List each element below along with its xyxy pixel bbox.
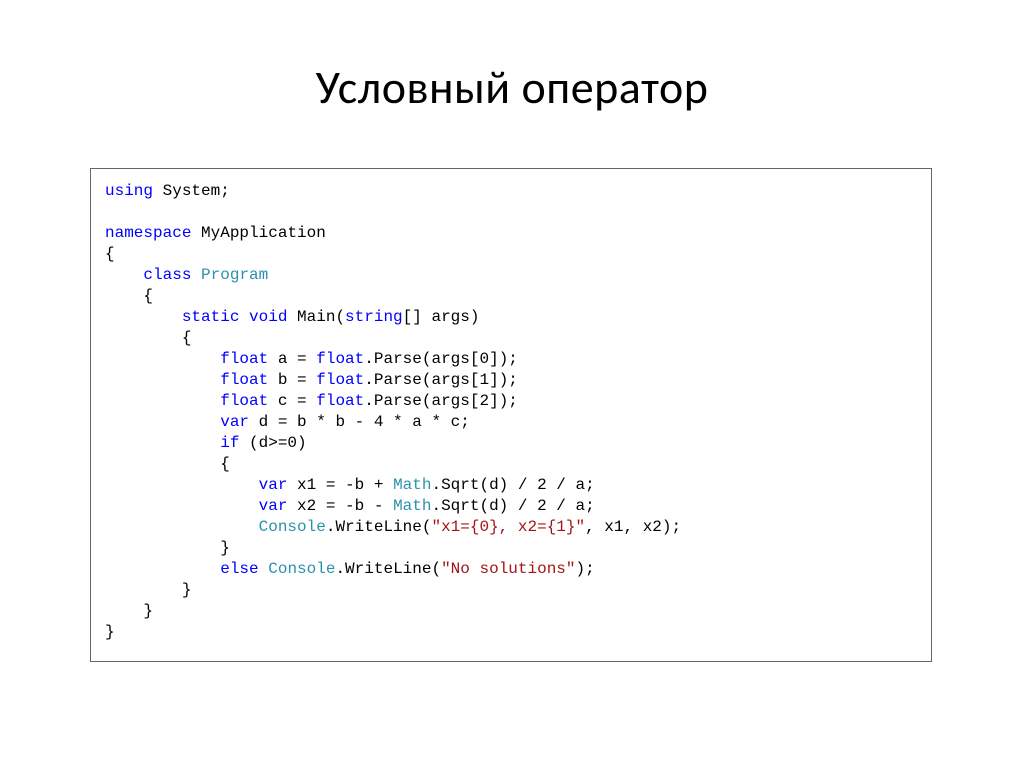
- kw-class: class: [143, 266, 191, 284]
- type-math: Math: [393, 497, 431, 515]
- indent: [105, 434, 220, 452]
- slide: Условный оператор using System; namespac…: [0, 0, 1024, 768]
- string-literal: "No solutions": [441, 560, 575, 578]
- code-text: b =: [268, 371, 316, 389]
- code-text: [239, 308, 249, 326]
- brace: }: [105, 623, 115, 641]
- indent: [105, 413, 220, 431]
- type-program: Program: [201, 266, 268, 284]
- indent: [105, 308, 182, 326]
- code-text: x1 = -b +: [287, 476, 393, 494]
- code-block: using System; namespace MyApplication { …: [105, 181, 917, 643]
- indent: [105, 350, 220, 368]
- code-text: .Parse(args[1]);: [364, 371, 518, 389]
- kw-if: if: [220, 434, 239, 452]
- indent: [105, 371, 220, 389]
- kw-var: var: [259, 497, 288, 515]
- code-text: .Sqrt(d) / 2 / a;: [431, 476, 594, 494]
- indent: [105, 497, 259, 515]
- kw-float: float: [316, 371, 364, 389]
- slide-title: Условный оператор: [0, 60, 1024, 116]
- brace: {: [105, 329, 191, 347]
- brace: {: [105, 245, 115, 263]
- kw-namespace: namespace: [105, 224, 191, 242]
- indent: [105, 266, 143, 284]
- type-math: Math: [393, 476, 431, 494]
- code-text: [] args): [403, 308, 480, 326]
- code-text: MyApplication: [191, 224, 325, 242]
- code-text: );: [576, 560, 595, 578]
- indent: [105, 518, 259, 536]
- code-text: .Parse(args[0]);: [364, 350, 518, 368]
- code-text: a =: [268, 350, 316, 368]
- brace: }: [105, 539, 230, 557]
- indent: [105, 476, 259, 494]
- code-text: .Sqrt(d) / 2 / a;: [431, 497, 594, 515]
- code-text: , x1, x2);: [585, 518, 681, 536]
- kw-using: using: [105, 182, 153, 200]
- code-text: .Parse(args[2]);: [364, 392, 518, 410]
- kw-float: float: [220, 392, 268, 410]
- code-box: using System; namespace MyApplication { …: [90, 168, 932, 662]
- kw-var: var: [259, 476, 288, 494]
- code-text: System;: [153, 182, 230, 200]
- code-text: c =: [268, 392, 316, 410]
- type-console: Console: [268, 560, 335, 578]
- indent: [105, 392, 220, 410]
- brace: }: [105, 602, 153, 620]
- kw-var: var: [220, 413, 249, 431]
- string-literal: "x1={0}, x2={1}": [431, 518, 585, 536]
- brace: {: [105, 287, 153, 305]
- brace: {: [105, 455, 230, 473]
- code-text: .WriteLine(: [326, 518, 432, 536]
- kw-string: string: [345, 308, 403, 326]
- code-text: x2 = -b -: [287, 497, 393, 515]
- code-text: d = b * b - 4 * a * c;: [249, 413, 470, 431]
- kw-float: float: [316, 392, 364, 410]
- code-text: .WriteLine(: [335, 560, 441, 578]
- kw-else: else: [220, 560, 258, 578]
- indent: [105, 560, 220, 578]
- type-console: Console: [259, 518, 326, 536]
- kw-float: float: [316, 350, 364, 368]
- kw-float: float: [220, 350, 268, 368]
- code-text: Main(: [287, 308, 345, 326]
- brace: }: [105, 581, 191, 599]
- kw-static: static: [182, 308, 240, 326]
- code-text: [259, 560, 269, 578]
- code-text: (d>=0): [239, 434, 306, 452]
- kw-float: float: [220, 371, 268, 389]
- kw-void: void: [249, 308, 287, 326]
- code-text: [191, 266, 201, 284]
